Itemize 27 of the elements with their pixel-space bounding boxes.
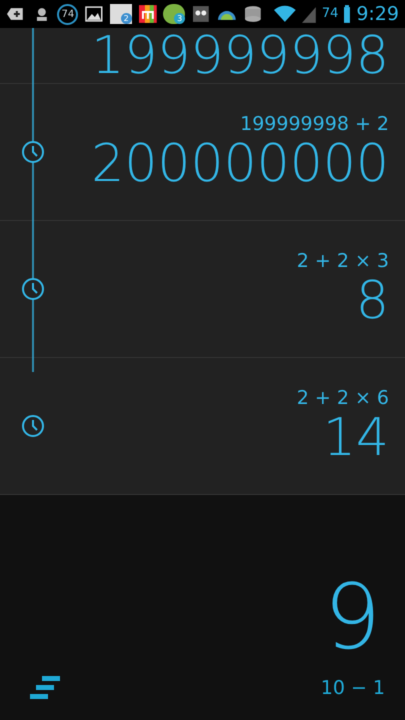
current-result: 9 xyxy=(324,570,381,666)
result-text: 199999998 xyxy=(91,28,389,84)
history-icon[interactable] xyxy=(30,674,62,702)
expression-text: 2 + 2 × 6 xyxy=(296,386,389,410)
clock-icon xyxy=(21,140,45,164)
image-icon xyxy=(84,4,104,24)
clock-icon xyxy=(21,414,45,438)
history-row[interactable]: 199999998 + 2 200000000 xyxy=(0,84,405,221)
result-text: 200000000 xyxy=(91,136,389,192)
count-badge: 74 xyxy=(57,4,78,24)
mail-badge: 2 xyxy=(110,4,132,24)
history-row[interactable]: 2 + 2 × 3 8 xyxy=(0,221,405,358)
history-row[interactable]: 199999998 xyxy=(0,28,405,84)
letter-m-icon xyxy=(138,4,158,24)
current-expression: 10 − 1 xyxy=(320,676,385,700)
clock-time: 9:29 xyxy=(356,2,399,27)
expression-text: 2 + 2 × 3 xyxy=(296,249,389,273)
result-text: 8 xyxy=(356,273,389,329)
clock-icon xyxy=(21,277,45,301)
battery-icon xyxy=(344,5,350,23)
database-icon xyxy=(242,4,262,24)
battery-percent: 74 xyxy=(322,5,338,24)
expression-text: 199999998 + 2 xyxy=(240,112,389,136)
wifi-icon xyxy=(274,5,296,23)
signal-icon xyxy=(302,5,316,23)
result-text: 14 xyxy=(322,410,389,466)
chat-badge: 3 xyxy=(163,4,186,24)
